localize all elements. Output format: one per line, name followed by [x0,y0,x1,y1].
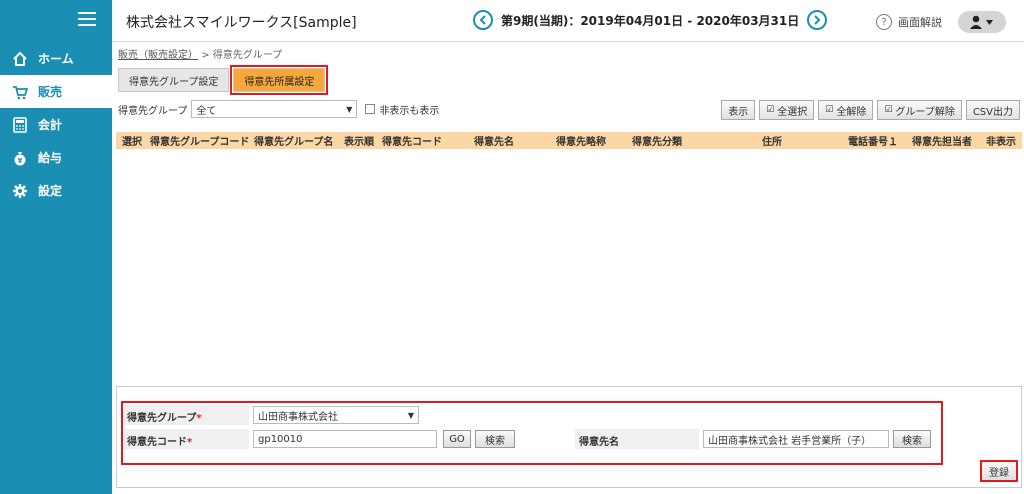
dropdown-arrow-icon: ▼ [407,410,414,420]
sidebar-nav: ホーム 販売 会計 ¥ 給与 設定 [0,42,112,207]
code-search-button[interactable]: 検索 [475,430,515,448]
toolbar: 表示 ☑ 全選択 ☑ 全解除 ☑ グループ解除 CSV出力 [717,100,1020,120]
deselect-all-button[interactable]: ☑ 全解除 [818,100,874,120]
column-header[interactable]: 住所 [762,133,782,148]
deselect-all-label: 全解除 [836,106,867,118]
sidebar-item-label: 給与 [38,151,63,165]
dropdown-arrow-icon: ▼ [346,104,353,114]
customer-code-input[interactable]: gp10010 [253,430,437,448]
calculator-icon [11,116,29,134]
column-header[interactable]: 得意先名 [474,133,514,148]
column-header[interactable]: 得意先コード [382,133,442,148]
show-hidden-label: 非表示も表示 [379,105,440,117]
form-highlight-box: 得意先グループ* 山田商事株式会社 ▼ 得意先コード* gp10010 GO 検… [121,401,943,465]
column-header[interactable]: 選択 [122,133,142,148]
prev-period-button[interactable] [473,10,493,30]
group-field-label: 得意先グループ* [127,413,202,424]
sidebar-item-label: 販売 [38,85,63,99]
assignment-form: 得意先グループ* 山田商事株式会社 ▼ 得意先コード* gp10010 GO 検… [116,386,1022,488]
sidebar-item-label: 会計 [38,118,63,132]
column-header[interactable]: 得意先グループコード [150,133,249,148]
next-period-button[interactable] [807,10,828,30]
customer-name-input[interactable]: 山田商事株式会社 岩手営業所（子） [703,430,889,448]
check-icon: ☑ [825,105,834,115]
select-all-button[interactable]: ☑ 全選択 [759,100,815,120]
chevron-left-icon [479,15,486,25]
main-content: 販売（販売設定） > 得意先グループ 得意先グループ設定 得意先所属設定 得意先… [112,42,1024,494]
go-button[interactable]: GO [443,430,471,448]
register-button[interactable]: 登録 [980,460,1018,482]
filter-label: 得意先グループ [118,105,188,117]
sidebar-item-sales[interactable]: 販売 [0,75,112,108]
check-icon: ☑ [766,105,775,115]
display-button-label: 表示 [728,106,749,118]
tab-bar: 得意先グループ設定 得意先所属設定 [118,65,329,95]
money-bag-icon: ¥ [11,149,29,167]
group-filter-select[interactable]: 全て ▼ [191,100,358,118]
gear-icon [11,182,29,200]
sidebar-item-label: ホーム [38,52,74,66]
tab-membership-settings[interactable]: 得意先所属設定 [230,65,329,95]
group-release-label: グループ解除 [895,106,955,118]
check-icon: ☑ [884,105,893,115]
help-label: 画面解説 [898,16,942,29]
group-select-value: 山田商事株式会社 [258,411,338,423]
column-header[interactable]: 得意先担当者 [912,133,972,148]
name-search-button[interactable]: 検索 [893,430,931,448]
code-field-label: 得意先コード* [127,437,193,448]
filter-bar: 得意先グループ 全て ▼ 非表示も表示 [118,100,439,118]
user-menu-button[interactable] [958,11,1006,33]
group-select[interactable]: 山田商事株式会社 ▼ [253,406,419,424]
sidebar-item-settings[interactable]: 設定 [0,174,112,207]
column-header[interactable]: 得意先分類 [632,133,682,148]
group-filter-value: 全て [196,105,217,117]
home-icon [11,50,29,68]
company-name: 株式会社スマイルワークス[Sample] [126,15,357,31]
cart-icon [11,83,29,101]
help-link[interactable]: ? 画面解説 [876,14,942,30]
column-header[interactable]: 電話番号１ [848,133,898,148]
hamburger-menu-icon[interactable] [78,12,96,26]
sidebar-item-home[interactable]: ホーム [0,42,112,75]
svg-text:¥: ¥ [18,157,23,165]
column-header[interactable]: 得意先略称 [556,133,606,148]
csv-export-button[interactable]: CSV出力 [965,100,1020,120]
breadcrumb-separator: > [201,50,210,61]
required-mark: * [196,413,202,424]
show-hidden-checkbox[interactable] [365,104,376,114]
question-icon: ? [876,14,892,30]
breadcrumb: 販売（販売設定） > 得意先グループ [118,46,282,61]
select-all-label: 全選択 [777,106,808,118]
group-release-button[interactable]: ☑ グループ解除 [877,100,962,120]
sidebar-item-accounting[interactable]: 会計 [0,108,112,141]
table-header: 選択 得意先グループコード 得意先グループ名 表示順 得意先コード 得意先名 得… [116,132,1022,149]
required-mark: * [187,437,193,448]
csv-export-label: CSV出力 [972,106,1013,118]
column-header[interactable]: 得意先グループ名 [254,133,333,148]
header: 株式会社スマイルワークス[Sample] 第9期(当期)：2019年04月01日… [112,0,1024,42]
customer-name-label: 得意先名 [579,437,619,448]
breadcrumb-parent-link[interactable]: 販売（販売設定） [118,50,198,61]
sidebar-item-payroll[interactable]: ¥ 給与 [0,141,112,174]
column-header[interactable]: 表示順 [344,133,374,148]
tab-group-settings[interactable]: 得意先グループ設定 [118,68,230,92]
user-icon [970,15,993,29]
chevron-right-icon [814,15,821,25]
column-header[interactable]: 非表示 [986,133,1016,148]
display-button[interactable]: 表示 [721,100,756,120]
sidebar: ホーム 販売 会計 ¥ 給与 設定 [0,0,112,494]
period-text: 第9期(当期)：2019年04月01日 - 2020年03月31日 [501,13,800,28]
sidebar-item-label: 設定 [38,184,63,198]
period-selector: 第9期(当期)：2019年04月01日 - 2020年03月31日 [473,10,828,30]
breadcrumb-current: 得意先グループ [212,50,283,61]
